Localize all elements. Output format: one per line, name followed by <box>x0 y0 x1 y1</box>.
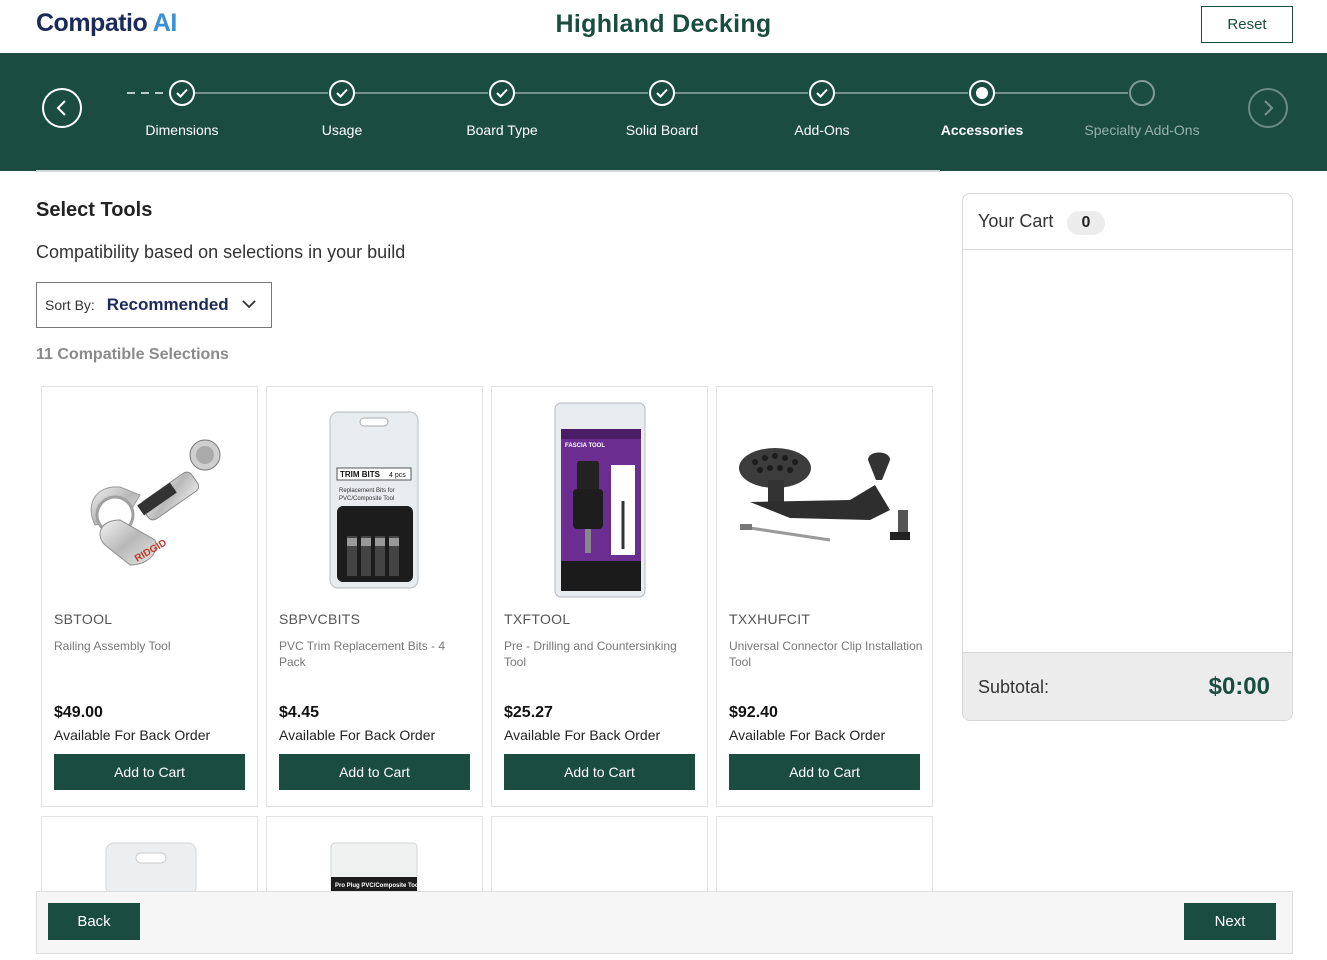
next-step-arrow-button[interactable] <box>1248 88 1288 128</box>
step-complete-indicator <box>169 80 195 106</box>
cart-title: Your Cart <box>978 211 1054 231</box>
checkmark-icon <box>496 88 508 98</box>
product-image: FASCIA TOOL <box>492 397 707 602</box>
step-label: Solid Board <box>625 122 699 138</box>
package-title: FASCIA TOOL <box>565 443 605 449</box>
add-to-cart-button[interactable]: Add to Cart <box>54 754 245 790</box>
product-card[interactable] <box>41 816 258 893</box>
package-title: TRIM BITS <box>340 470 381 479</box>
step-complete-indicator <box>809 80 835 106</box>
cart-subtotal: Subtotal: $0:00 <box>963 652 1292 720</box>
step-usage[interactable]: Usage <box>252 80 432 138</box>
checkmark-icon <box>176 88 188 98</box>
product-name: Universal Connector Clip Installation To… <box>729 639 923 669</box>
package-icon <box>105 842 197 893</box>
step-label: Usage <box>321 122 363 138</box>
compatible-count: 11 Compatible Selections <box>36 346 229 363</box>
product-price: $4.45 <box>279 704 320 721</box>
step-active-indicator <box>969 80 995 106</box>
step-label: Accessories <box>940 122 1024 138</box>
subtotal-value: $0:00 <box>1208 673 1270 700</box>
app-header: Compatio AI Highland Decking Reset <box>0 0 1327 53</box>
product-card[interactable]: RIDGID SBTOOL Railing Assembly Tool $49.… <box>41 386 258 807</box>
checkmark-icon <box>656 88 668 98</box>
product-availability: Available For Back Order <box>279 727 436 743</box>
product-availability: Available For Back Order <box>729 727 886 743</box>
fascia-tool-package-icon: FASCIA TOOL <box>554 402 645 597</box>
product-card[interactable]: TRIM BITS 4 pcs Replacement Bits for PVC… <box>266 386 483 807</box>
clip-installation-tool-icon <box>738 447 910 541</box>
product-price: $49.00 <box>54 704 103 721</box>
step-accessories[interactable]: Accessories <box>892 80 1072 138</box>
product-availability: Available For Back Order <box>504 727 661 743</box>
reset-button[interactable]: Reset <box>1201 6 1293 43</box>
section-subtitle: Compatibility based on selections in you… <box>36 242 406 262</box>
add-to-cart-button[interactable]: Add to Cart <box>504 754 695 790</box>
progress-stepper: Dimensions Usage Board Type Solid Board … <box>0 53 1327 171</box>
add-to-cart-button[interactable]: Add to Cart <box>729 754 920 790</box>
chevron-left-icon <box>56 100 66 116</box>
drill-bits-package-icon: TRIM BITS 4 pcs Replacement Bits for PVC… <box>329 411 418 588</box>
step-board-type[interactable]: Board Type <box>412 80 592 138</box>
package-count: 4 pcs <box>389 472 406 479</box>
chevron-down-icon <box>242 300 256 309</box>
step-complete-indicator <box>329 80 355 106</box>
product-card[interactable] <box>716 816 933 892</box>
step-label: Board Type <box>466 122 538 138</box>
divider <box>36 170 940 172</box>
step-complete-indicator <box>489 80 515 106</box>
cart-panel: Your Cart 0 Subtotal: $0:00 <box>962 193 1293 721</box>
product-image: TRIM BITS 4 pcs Replacement Bits for PVC… <box>267 397 482 602</box>
product-sku: SBPVCBITS <box>279 611 361 627</box>
product-image <box>717 397 932 602</box>
step-complete-indicator <box>649 80 675 106</box>
product-name: Railing Assembly Tool <box>54 639 171 653</box>
sort-selected-value: Recommended <box>106 295 229 314</box>
package-title: Pro Plug PVC/Composite Tool <box>335 883 421 889</box>
step-solid-board[interactable]: Solid Board <box>572 80 752 138</box>
product-card[interactable]: FASCIA TOOL TXFTOOL Pre - Drilling and C… <box>491 386 708 807</box>
section-title: Select Tools <box>36 199 153 221</box>
step-pending-indicator <box>1129 80 1155 106</box>
back-button[interactable]: Back <box>48 903 140 940</box>
product-price: $25.27 <box>504 704 553 721</box>
sort-label: Sort By: <box>45 297 95 313</box>
bottom-navigation-bar: Back Next <box>36 891 1293 954</box>
svg-text:Replacement Bits for: Replacement Bits for <box>339 488 395 494</box>
product-sku: SBTOOL <box>54 611 113 627</box>
cart-count-badge: 0 <box>1067 211 1105 235</box>
previous-step-button[interactable] <box>42 88 82 128</box>
svg-text:PVC/Composite Tool: PVC/Composite Tool <box>339 496 394 502</box>
sort-dropdown[interactable]: Sort By: Recommended <box>36 282 272 328</box>
step-label: Specialty Add-Ons <box>1084 122 1200 138</box>
step-label: Add-Ons <box>794 122 850 138</box>
product-card[interactable]: Pro Plug PVC/Composite Tool <box>266 816 483 893</box>
product-price: $92.40 <box>729 704 778 721</box>
next-button[interactable]: Next <box>1184 903 1276 940</box>
page-title: Highland Decking <box>555 10 772 38</box>
step-specialty-add-ons[interactable]: Specialty Add-Ons <box>1052 80 1232 138</box>
step-add-ons[interactable]: Add-Ons <box>732 80 912 138</box>
chevron-right-icon <box>1264 100 1274 116</box>
product-name: PVC Trim Replacement Bits - 4 Pack <box>279 639 446 669</box>
product-image: RIDGID <box>42 397 257 602</box>
product-sku: TXXHUFCIT <box>729 611 811 627</box>
product-sku: TXFTOOL <box>504 611 571 627</box>
product-availability: Available For Back Order <box>54 727 211 743</box>
product-card[interactable]: TXXHUFCIT Universal Connector Clip Insta… <box>716 386 933 807</box>
checkmark-icon <box>336 88 348 98</box>
cart-header: Your Cart 0 <box>963 194 1292 250</box>
step-label: Dimensions <box>145 122 219 138</box>
checkmark-icon <box>816 88 828 98</box>
package-icon: Pro Plug PVC/Composite Tool <box>330 842 421 893</box>
product-card[interactable] <box>491 816 708 892</box>
subtotal-label: Subtotal: <box>978 677 1050 697</box>
step-dimensions[interactable]: Dimensions <box>92 80 272 138</box>
product-name: Pre - Drilling and Countersinking Tool <box>504 639 677 669</box>
pipe-cutter-icon: RIDGID <box>90 439 220 566</box>
add-to-cart-button[interactable]: Add to Cart <box>279 754 470 790</box>
